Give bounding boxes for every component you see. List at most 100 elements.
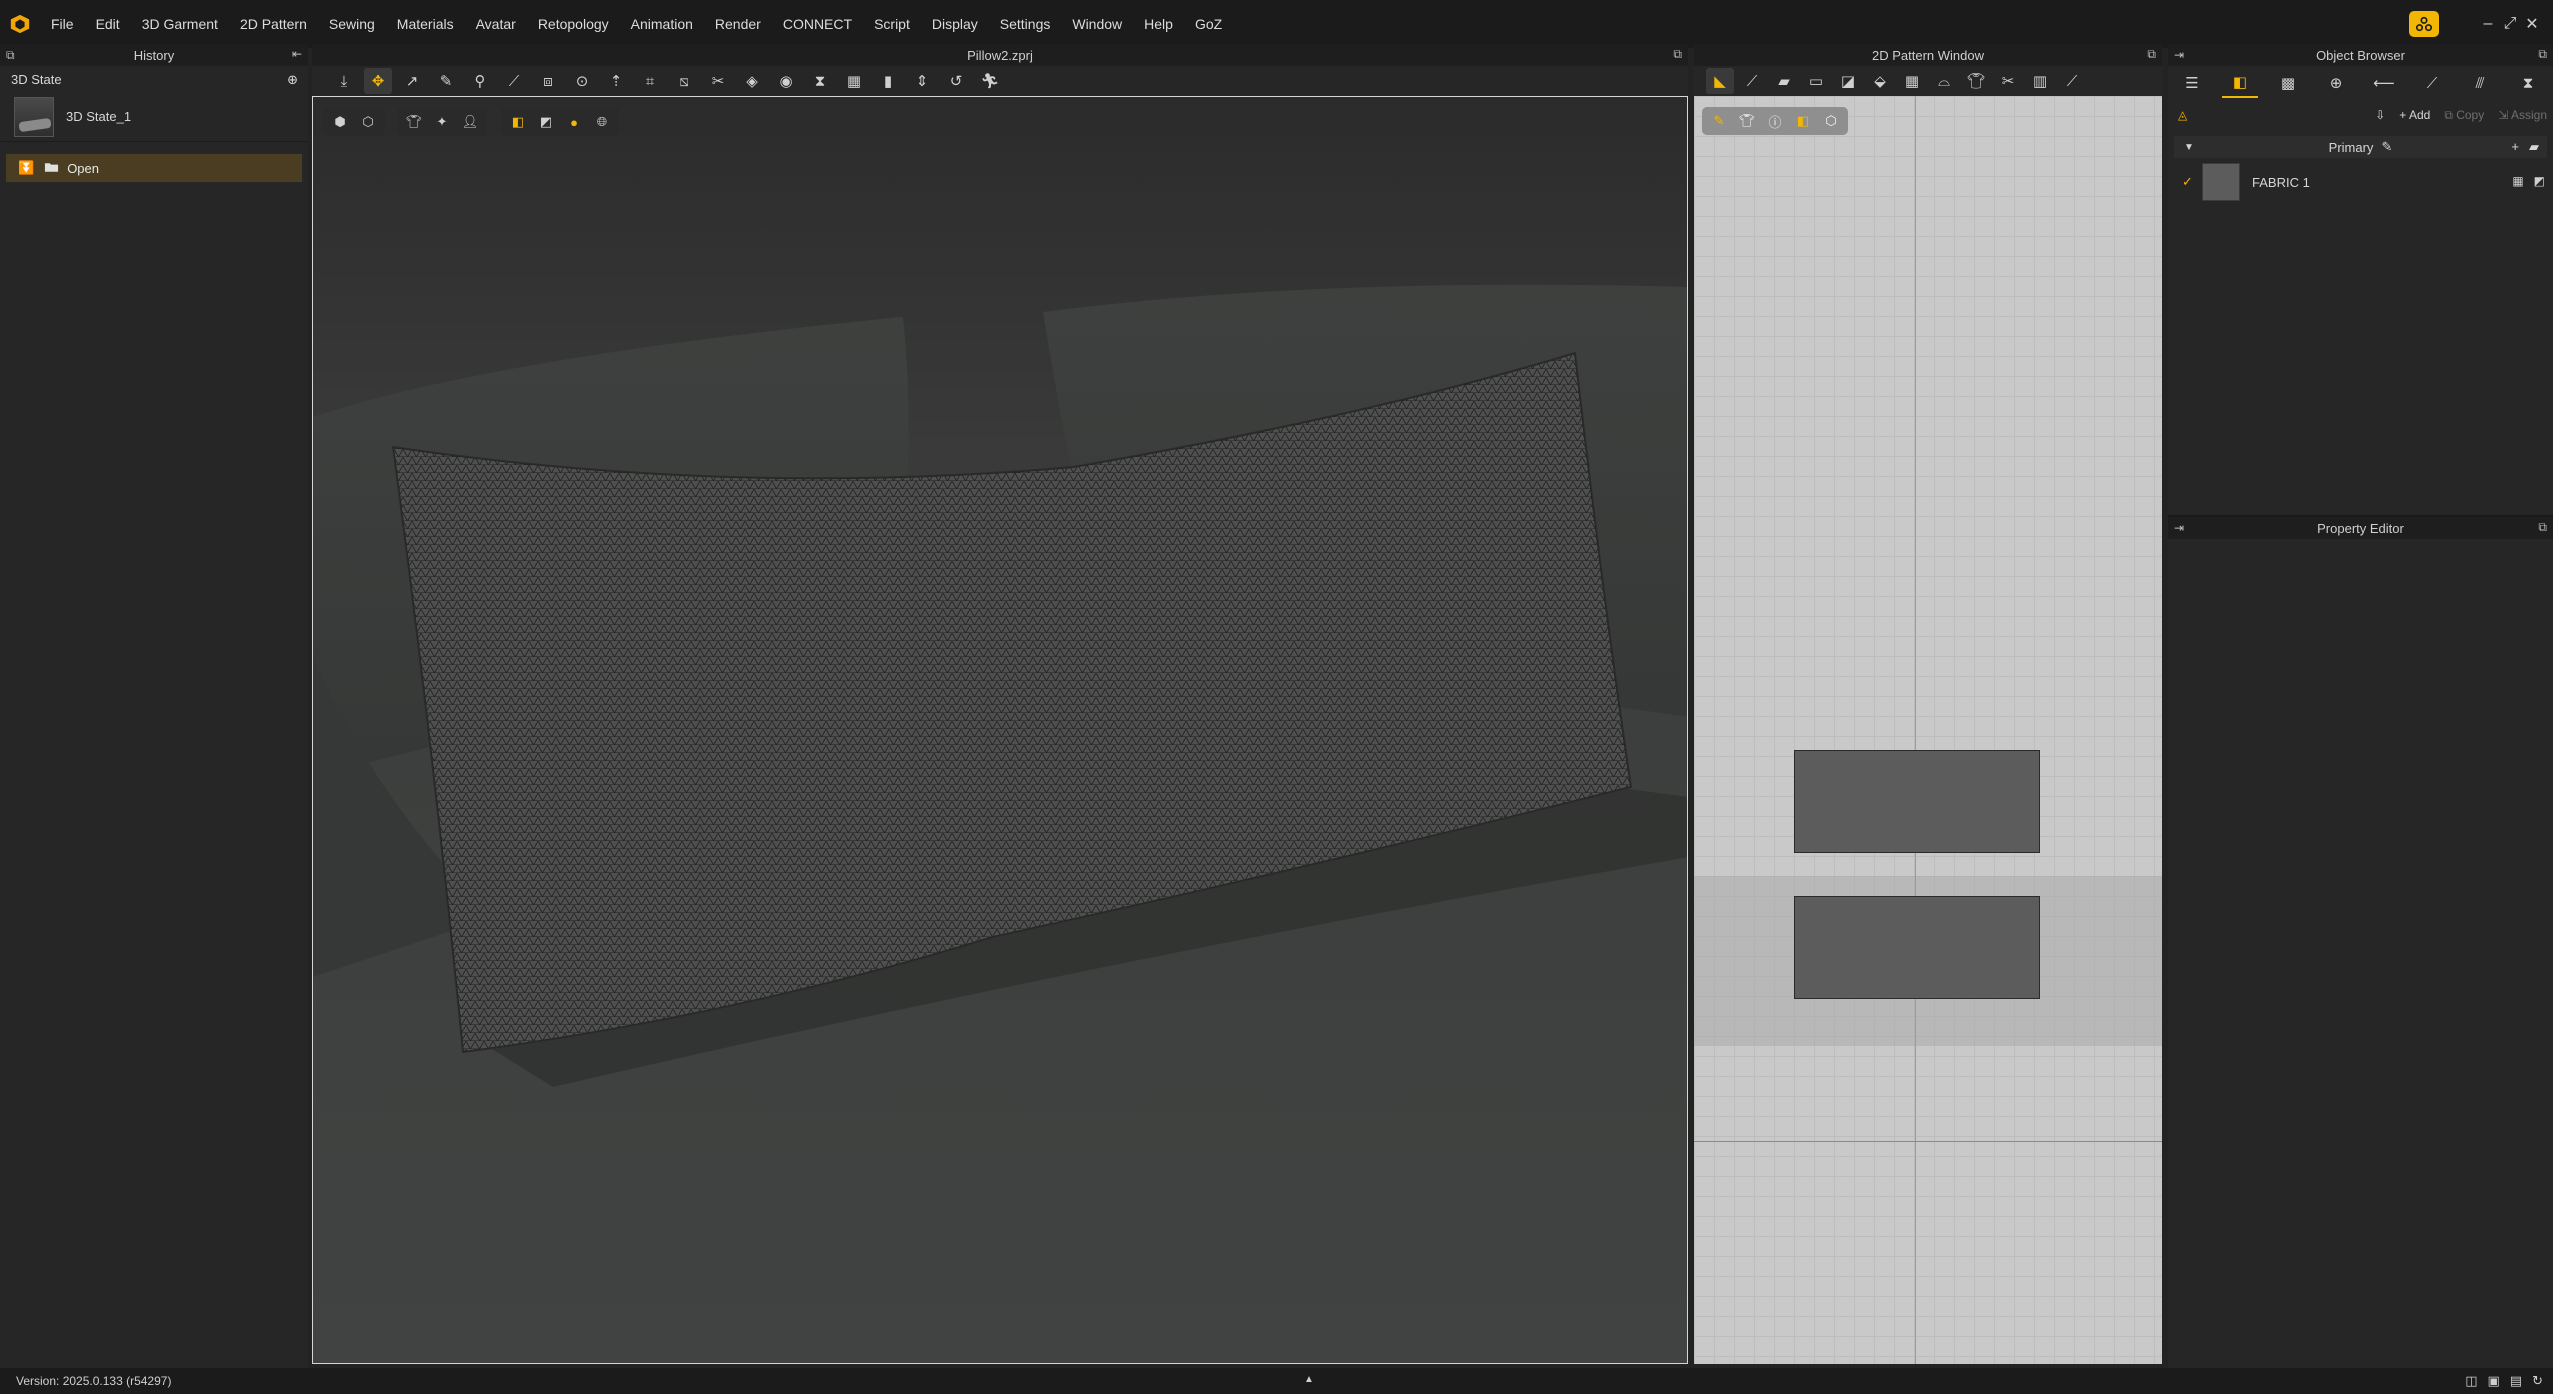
grid-icon[interactable]: ▦ bbox=[1898, 68, 1926, 94]
maximize-icon[interactable]: ⤢ bbox=[2499, 15, 2521, 33]
menu-goz[interactable]: GoZ bbox=[1184, 0, 1233, 48]
segment-icon[interactable]: ⧅ bbox=[670, 68, 698, 94]
shading-icon[interactable]: ◩ bbox=[535, 111, 557, 133]
add-state-icon[interactable]: ⊕ bbox=[287, 72, 298, 88]
texture-icon[interactable]: ◧ bbox=[507, 111, 529, 133]
measure-icon[interactable]: ⟋ bbox=[500, 68, 528, 94]
internal-shape-icon[interactable]: ◪ bbox=[1834, 68, 1862, 94]
tab-fabric-icon[interactable]: ◧ bbox=[2222, 68, 2258, 98]
pattern-piece-back[interactable] bbox=[1794, 896, 2040, 999]
fold-arrange-icon[interactable]: ⌓ bbox=[1930, 68, 1958, 94]
sew-icon[interactable]: ✂ bbox=[704, 68, 732, 94]
tab-puckering-icon[interactable]: ⫻ bbox=[2462, 68, 2498, 98]
shirt-2d-icon[interactable]: 👕︎ bbox=[1962, 68, 1990, 94]
avatar-pose-icon[interactable]: 🏃︎ bbox=[976, 68, 1004, 94]
select-move-icon[interactable]: ↗ bbox=[398, 68, 426, 94]
garment-view-icon[interactable]: ⬡ bbox=[357, 111, 379, 133]
undock-3d-icon[interactable]: ⧉ bbox=[1673, 47, 1682, 62]
menu-file[interactable]: File bbox=[40, 0, 85, 48]
tab-topstitch-icon[interactable]: ⟋ bbox=[2414, 68, 2450, 98]
layout-2d-icon[interactable]: ▤ bbox=[2510, 1373, 2522, 1389]
fabric-icon[interactable]: ◈ bbox=[738, 68, 766, 94]
collapse-triangle-icon[interactable]: ▼ bbox=[2184, 142, 2194, 153]
dart-icon[interactable]: ⬙ bbox=[1866, 68, 1894, 94]
group-header[interactable]: ▼ Primary ✎ + ▰ bbox=[2174, 136, 2547, 158]
tab-checker-icon[interactable]: ▩ bbox=[2270, 68, 2306, 98]
light-icon[interactable]: ● bbox=[563, 111, 585, 133]
edit-point-icon[interactable]: ⟋ bbox=[1738, 68, 1766, 94]
needle-icon[interactable]: ✦ bbox=[431, 111, 453, 133]
folder-add-icon[interactable]: ▰ bbox=[2529, 139, 2539, 155]
pencil-icon[interactable]: ✎ bbox=[1708, 110, 1730, 132]
fold-icon[interactable]: ⧈ bbox=[534, 68, 562, 94]
menu-connect[interactable]: CONNECT bbox=[772, 0, 863, 48]
fabric-2d-icon[interactable]: ◧ bbox=[1792, 110, 1814, 132]
history-item-open[interactable]: ⏬ Open bbox=[6, 154, 302, 182]
menu-render[interactable]: Render bbox=[704, 0, 772, 48]
layout-3d-icon[interactable]: ▣ bbox=[2488, 1373, 2500, 1389]
menu-avatar[interactable]: Avatar bbox=[465, 0, 527, 48]
sewing-2d-icon[interactable]: ✂ bbox=[1994, 68, 2022, 94]
zipper-icon[interactable]: ⧗ bbox=[806, 68, 834, 94]
menu-3d-garment[interactable]: 3D Garment bbox=[131, 0, 229, 48]
tack-icon[interactable]: ⊙ bbox=[568, 68, 596, 94]
import-icon[interactable]: ⇩ bbox=[2375, 108, 2385, 122]
cube-view-icon[interactable]: ⬢ bbox=[329, 111, 351, 133]
pin-icon[interactable]: ⚲ bbox=[466, 68, 494, 94]
info-icon[interactable]: ⓘ bbox=[1764, 110, 1786, 132]
menu-edit[interactable]: Edit bbox=[85, 0, 131, 48]
expand-up-icon[interactable]: ▲ bbox=[1304, 1374, 1314, 1385]
add-button[interactable]: + Add bbox=[2399, 108, 2430, 122]
viewport-2d[interactable]: ✎ 👕︎ ⓘ ◧ ⬡ bbox=[1694, 96, 2162, 1364]
tab-button-icon[interactable]: ⊕ bbox=[2318, 68, 2354, 98]
brush-icon[interactable]: ✎ bbox=[432, 68, 460, 94]
avatar-icon[interactable]: 👤︎ bbox=[459, 111, 481, 133]
copy-button[interactable]: ⧉ Copy bbox=[2444, 108, 2484, 123]
undock-icon[interactable]: ⧉ bbox=[6, 48, 15, 63]
garment-fit-icon[interactable]: ⇡ bbox=[602, 68, 630, 94]
garment-2d-icon[interactable]: ⬡ bbox=[1820, 110, 1842, 132]
menu-sewing[interactable]: Sewing bbox=[318, 0, 386, 48]
trim-icon[interactable]: ▮ bbox=[874, 68, 902, 94]
fabric-texture-icon[interactable]: ▦ bbox=[2512, 174, 2523, 188]
edit-pencil-icon[interactable]: ✎ bbox=[2381, 139, 2392, 155]
assign-button[interactable]: ⇲ Assign bbox=[2498, 108, 2547, 122]
minimize-icon[interactable]: – bbox=[2477, 15, 2499, 33]
shirt-icon[interactable]: 👕︎ bbox=[403, 111, 425, 133]
tape-icon[interactable]: ⟋ bbox=[2058, 68, 2086, 94]
menu-settings[interactable]: Settings bbox=[989, 0, 1062, 48]
state-item[interactable]: 3D State_1 bbox=[0, 92, 308, 142]
edit-pattern-icon[interactable]: ⌗ bbox=[636, 68, 664, 94]
fabric-item[interactable]: ✓ FABRIC 1 ▦ ◩ bbox=[2168, 162, 2553, 202]
ruler-icon[interactable]: ▦ bbox=[840, 68, 868, 94]
fabric-settings-icon[interactable]: ◩ bbox=[2534, 174, 2545, 188]
menu-retopology[interactable]: Retopology bbox=[527, 0, 620, 48]
polygon-icon[interactable]: ▰ bbox=[1770, 68, 1798, 94]
button-icon[interactable]: ◉ bbox=[772, 68, 800, 94]
undock-pe-icon[interactable]: ⧉ bbox=[2538, 520, 2547, 535]
layout-split-icon[interactable]: ◫ bbox=[2465, 1373, 2477, 1389]
collapse-left-icon[interactable]: ⇤ bbox=[292, 47, 302, 61]
menu-script[interactable]: Script bbox=[863, 0, 921, 48]
menu-animation[interactable]: Animation bbox=[620, 0, 704, 48]
select-mesh-icon[interactable]: ⤓ bbox=[330, 68, 358, 94]
rectangle-icon[interactable]: ▭ bbox=[1802, 68, 1830, 94]
menu-2d-pattern[interactable]: 2D Pattern bbox=[229, 0, 318, 48]
menu-display[interactable]: Display bbox=[921, 0, 989, 48]
tab-zipper-icon[interactable]: ⧗ bbox=[2510, 68, 2546, 98]
tab-list-icon[interactable]: ☰ bbox=[2174, 68, 2210, 98]
menu-window[interactable]: Window bbox=[1061, 0, 1133, 48]
move-gizmo-icon[interactable]: ✥ bbox=[364, 68, 392, 94]
double-chevron-down-icon[interactable]: ⏬ bbox=[18, 160, 34, 176]
undock-ob-icon[interactable]: ⧉ bbox=[2538, 47, 2547, 62]
expand-right-icon[interactable]: ⇥ bbox=[2174, 48, 2184, 62]
shirt-outline-icon[interactable]: 👕︎ bbox=[1736, 110, 1758, 132]
transform-pattern-icon[interactable]: ◣ bbox=[1706, 68, 1734, 94]
undock-2d-icon[interactable]: ⧉ bbox=[2147, 47, 2156, 62]
lasso-icon[interactable]: ↺ bbox=[942, 68, 970, 94]
expand-right-pe-icon[interactable]: ⇥ bbox=[2174, 521, 2184, 535]
viewport-3d[interactable]: ⬢ ⬡ 👕︎ ✦ 👤︎ ◧ ◩ ● 🌐︎ bbox=[312, 96, 1688, 1364]
tab-buttonhole-icon[interactable]: ⟵ bbox=[2366, 68, 2402, 98]
strap-icon[interactable]: ⇕ bbox=[908, 68, 936, 94]
close-icon[interactable]: ✕ bbox=[2521, 14, 2543, 34]
